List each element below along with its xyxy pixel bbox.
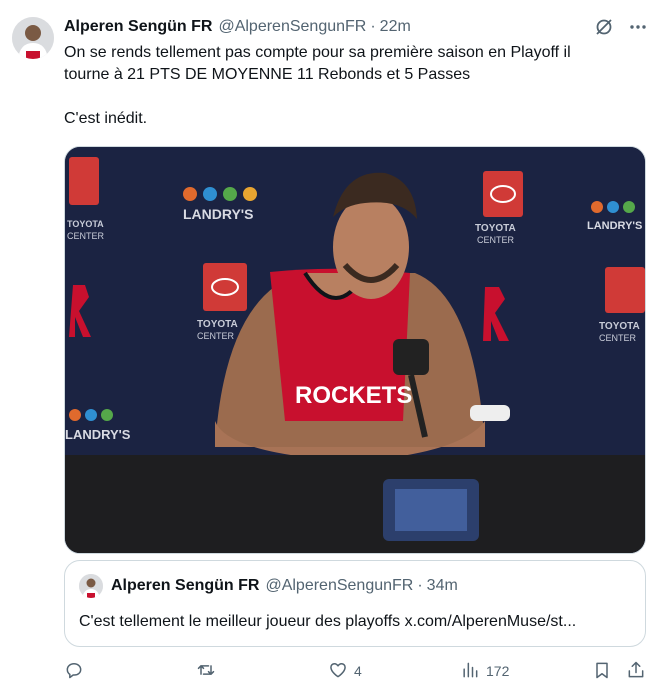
tweet-text-line: C'est inédit. bbox=[64, 110, 148, 127]
svg-text:CENTER: CENTER bbox=[477, 235, 515, 245]
views-count: 172 bbox=[486, 663, 510, 679]
reply-button[interactable] bbox=[64, 659, 90, 683]
svg-text:LANDRY'S: LANDRY'S bbox=[587, 220, 642, 232]
share-icon bbox=[626, 660, 646, 683]
bookmark-icon bbox=[592, 660, 612, 683]
tweet-text-line: On se rends tellement pas compte pour sa… bbox=[64, 44, 571, 61]
retweet-button[interactable] bbox=[196, 659, 222, 683]
author-name[interactable]: Alperen Sengün FR bbox=[64, 18, 212, 36]
tweet-text: On se rends tellement pas compte pour sa… bbox=[64, 42, 646, 130]
author-avatar[interactable] bbox=[12, 17, 54, 59]
separator-dot: · bbox=[370, 18, 376, 35]
svg-text:LANDRY'S: LANDRY'S bbox=[183, 206, 253, 222]
svg-text:ROCKETS: ROCKETS bbox=[295, 382, 412, 409]
retweet-icon bbox=[196, 660, 216, 683]
svg-text:TOYOTA: TOYOTA bbox=[475, 223, 516, 234]
views-button[interactable]: 172 bbox=[460, 659, 509, 683]
press-table bbox=[65, 455, 645, 553]
svg-text:TOYOTA: TOYOTA bbox=[197, 319, 238, 330]
more-icon[interactable] bbox=[628, 17, 648, 37]
quote-author-name[interactable]: Alperen Sengün FR bbox=[111, 577, 259, 595]
quoted-tweet[interactable]: Alperen Sengün FR @AlperenSengunFR · 34m… bbox=[64, 560, 646, 647]
quote-author-avatar[interactable] bbox=[79, 574, 103, 598]
bookmark-button[interactable] bbox=[592, 659, 612, 683]
quote-text: C'est tellement le meilleur joueur des p… bbox=[79, 613, 577, 630]
action-bar: 4 172 bbox=[64, 659, 648, 683]
tweet-text-line: tourne à 21 PTS DE MOYENNE 11 Rebonds et… bbox=[64, 66, 471, 83]
svg-text:CENTER: CENTER bbox=[67, 231, 105, 241]
svg-text:LANDRY'S: LANDRY'S bbox=[65, 427, 131, 442]
quote-header: Alperen Sengün FR @AlperenSengunFR · 34m bbox=[111, 577, 458, 595]
svg-text:TOYOTA: TOYOTA bbox=[599, 321, 640, 332]
author-handle[interactable]: @AlperenSengunFR bbox=[218, 18, 366, 36]
share-button[interactable] bbox=[626, 659, 646, 683]
tweet-time[interactable]: 22m bbox=[380, 18, 411, 36]
backdrop-toyota-logo: TOYOTA CENTER bbox=[67, 157, 105, 241]
like-count: 4 bbox=[354, 663, 362, 679]
svg-text:TOYOTA: TOYOTA bbox=[67, 219, 104, 229]
backdrop-toyota-logo: TOYOTA CENTER bbox=[599, 267, 645, 343]
grok-icon[interactable] bbox=[594, 17, 614, 37]
views-icon bbox=[460, 660, 480, 683]
tweet-header: Alperen Sengün FR @AlperenSengunFR · 22m bbox=[64, 16, 648, 38]
quote-time[interactable]: 34m bbox=[427, 577, 458, 595]
like-icon bbox=[328, 660, 348, 683]
tweet-photo[interactable]: TOYOTA CENTER LANDRY'S TOYOTA CENTER LAN… bbox=[64, 146, 646, 554]
separator-dot: · bbox=[417, 577, 423, 594]
reply-icon bbox=[64, 660, 84, 683]
svg-text:CENTER: CENTER bbox=[197, 331, 235, 341]
svg-text:CENTER: CENTER bbox=[599, 333, 637, 343]
quote-author-handle[interactable]: @AlperenSengunFR bbox=[265, 577, 413, 595]
like-button[interactable]: 4 bbox=[328, 659, 362, 683]
